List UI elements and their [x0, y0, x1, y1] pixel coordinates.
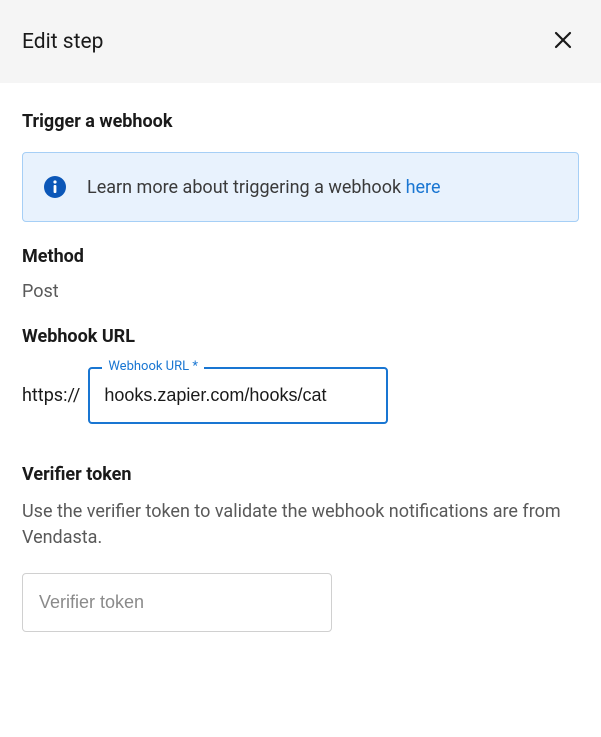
dialog-header: Edit step	[0, 0, 601, 83]
verifier-description: Use the verifier token to validate the w…	[22, 499, 579, 551]
section-heading: Trigger a webhook	[22, 111, 579, 132]
verifier-field-wrapper	[22, 573, 332, 632]
info-text: Learn more about triggering a webhook he…	[87, 177, 441, 198]
url-prefix: https://	[22, 385, 80, 406]
info-box: Learn more about triggering a webhook he…	[22, 152, 579, 222]
verifier-label: Verifier token	[22, 464, 579, 485]
info-text-prefix: Learn more about triggering a webhook	[87, 177, 406, 198]
webhook-url-label: Webhook URL	[22, 326, 579, 347]
close-icon	[551, 28, 575, 55]
webhook-url-input[interactable]	[104, 385, 372, 406]
info-link[interactable]: here	[406, 177, 441, 198]
webhook-url-floating-label: Webhook URL *	[102, 359, 204, 374]
dialog-content: Trigger a webhook Learn more about trigg…	[0, 83, 601, 660]
webhook-url-field-wrapper: Webhook URL *	[88, 367, 388, 424]
dialog-title: Edit step	[22, 30, 103, 54]
method-label: Method	[22, 246, 579, 267]
method-value: Post	[22, 281, 579, 302]
verifier-input[interactable]	[39, 592, 315, 613]
close-button[interactable]	[547, 24, 579, 59]
webhook-url-row: https:// Webhook URL *	[22, 367, 579, 424]
info-icon	[43, 175, 67, 199]
